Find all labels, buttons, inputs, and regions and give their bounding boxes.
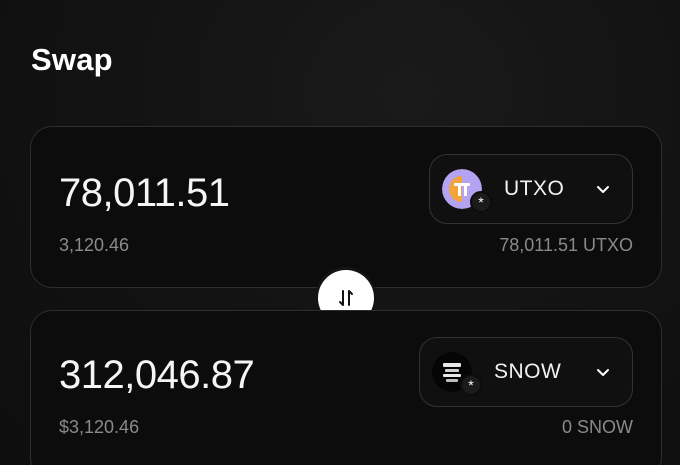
from-token-balance[interactable]: 78,011.51 UTXO [499, 235, 633, 256]
from-token-card: 78,011.51 3,120.46 78,011.51 UTXO * UTXO [30, 126, 662, 288]
chevron-down-icon [597, 186, 609, 193]
from-token-selector[interactable]: * UTXO [429, 154, 633, 224]
to-amount-output[interactable]: 312,046.87 [59, 353, 255, 398]
to-token-selector[interactable]: * SNOW [419, 337, 633, 407]
utxo-token-icon: * [442, 169, 492, 213]
from-amount-input[interactable]: 78,011.51 [59, 171, 230, 216]
to-token-card: 312,046.87 $3,120.46 0 SNOW * SNOW [30, 310, 662, 465]
to-usd-value: $3,120.46 [59, 417, 140, 437]
page-title: Swap [31, 42, 113, 77]
snow-token-icon: * [432, 352, 482, 396]
from-token-symbol: UTXO [504, 177, 565, 200]
swap-arrows-icon [339, 290, 353, 306]
to-token-symbol: SNOW [494, 360, 562, 383]
to-token-balance: 0 SNOW [561, 417, 633, 437]
chevron-down-icon [597, 369, 609, 376]
token-badge-icon: * [460, 374, 482, 396]
from-usd-value: 3,120.46 [59, 235, 130, 255]
token-badge-icon: * [470, 191, 492, 213]
